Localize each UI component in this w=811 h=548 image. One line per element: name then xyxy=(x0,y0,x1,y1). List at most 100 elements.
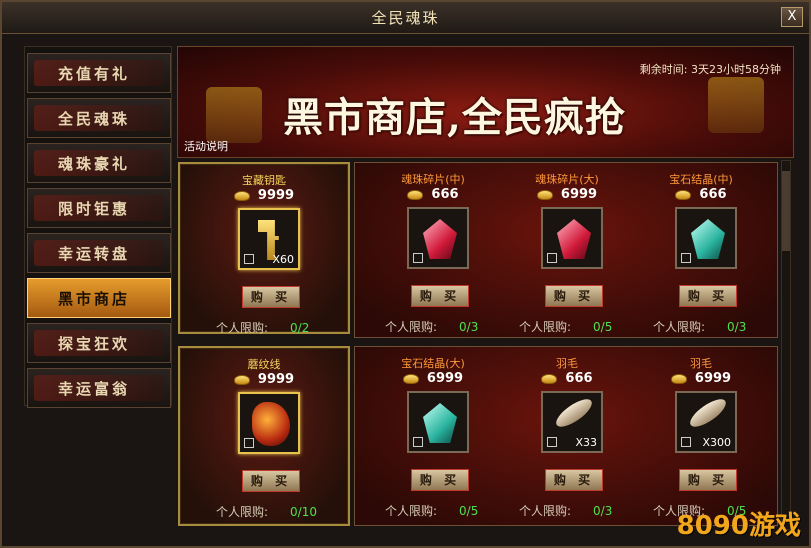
limit-count: 0/3 xyxy=(593,504,613,518)
cyan-crystal-icon xyxy=(423,403,457,443)
gold-ingot-icon xyxy=(233,374,250,385)
gift-box-icon xyxy=(206,87,262,143)
sidebar-item-treasure-hunt[interactable]: 探宝狂欢 xyxy=(27,323,171,363)
time-remaining: 剩余时间: 3天23小时58分钟 xyxy=(639,63,781,76)
cyan-crystal-icon xyxy=(691,219,725,259)
gold-ingot-icon xyxy=(541,373,558,384)
bag-icon xyxy=(547,437,557,447)
buy-button[interactable]: 购 买 xyxy=(679,285,737,307)
sidebar-item-lucky-tycoon[interactable]: 幸运富翁 xyxy=(27,368,171,408)
buy-button[interactable]: 购 买 xyxy=(679,469,737,491)
scrollbar[interactable] xyxy=(781,160,791,530)
buy-button[interactable]: 购 买 xyxy=(411,285,469,307)
buy-button[interactable]: 购 买 xyxy=(545,285,603,307)
bag-icon xyxy=(244,254,254,264)
item-name: 宝藏钥匙 xyxy=(242,174,286,187)
sidebar-item-label: 幸运转盘 xyxy=(58,244,131,263)
bag-icon xyxy=(413,253,423,263)
price: 6999 xyxy=(631,371,771,386)
sidebar-item-label: 魂珠豪礼 xyxy=(58,154,131,173)
event-info-link[interactable]: 活动说明 xyxy=(184,138,228,154)
price-value: 9999 xyxy=(257,372,295,387)
sidebar-item-recharge[interactable]: 充值有礼 xyxy=(27,53,171,93)
bag-icon xyxy=(681,437,691,447)
purchase-limit: 个人限购: 0/10 xyxy=(216,503,317,520)
sidebar-item-soul-orb[interactable]: 全民魂珠 xyxy=(27,98,171,138)
shop-item: 羽毛 6999 X300 购 买 个人限购: 0/5 xyxy=(631,347,771,518)
limit-label: 个人限购: xyxy=(519,320,572,334)
site-watermark: 8090游戏 xyxy=(676,511,801,541)
sidebar-item-black-market[interactable]: 黑市商店 xyxy=(27,278,171,318)
event-banner: 黑市商店,全民疯抢 剩余时间: 3天23小时58分钟 活动说明 xyxy=(177,46,794,158)
limit-count: 0/5 xyxy=(593,320,613,334)
item-slot[interactable] xyxy=(238,392,300,454)
shop-item: 魂珠碎片(中) 666 购 买 个人限购: 0/3 xyxy=(363,163,503,335)
price: 666 xyxy=(363,187,503,202)
price-value: 666 xyxy=(565,371,593,386)
close-button[interactable]: X xyxy=(781,7,803,27)
price: 666 xyxy=(631,187,771,202)
limit-label: 个人限购: xyxy=(216,321,269,335)
gold-ingot-icon xyxy=(670,373,687,384)
limit-label: 个人限购: xyxy=(216,505,269,519)
gold-ingot-icon xyxy=(233,190,250,201)
featured-item-panel: 蘑纹线 9999 购 买 个人限购: 0/10 xyxy=(178,346,350,526)
sidebar-item-label: 黑市商店 xyxy=(58,289,131,308)
price-value: 9999 xyxy=(257,188,295,203)
red-crystal-icon xyxy=(423,219,457,259)
sidebar-item-limited-deals[interactable]: 限时钜惠 xyxy=(27,188,171,228)
gift-box-icon xyxy=(708,77,764,133)
feather-icon xyxy=(552,394,596,432)
price-value: 666 xyxy=(431,187,459,202)
sidebar-item-label: 全民魂珠 xyxy=(58,109,131,128)
bag-icon xyxy=(413,437,423,447)
sidebar-item-orb-gifts[interactable]: 魂珠豪礼 xyxy=(27,143,171,183)
item-slot[interactable]: X300 xyxy=(675,391,737,453)
price: 9999 xyxy=(194,372,334,387)
price: 9999 xyxy=(194,188,334,203)
gold-ingot-icon xyxy=(536,189,553,200)
bag-icon xyxy=(547,253,557,263)
buy-button[interactable]: 购 买 xyxy=(242,286,300,308)
item-name: 魂珠碎片(大) xyxy=(535,173,599,186)
purchase-limit: 个人限购: 0/3 xyxy=(519,502,612,519)
buy-button[interactable]: 购 买 xyxy=(545,469,603,491)
sidebar-item-lucky-wheel[interactable]: 幸运转盘 xyxy=(27,233,171,273)
sidebar-item-label: 幸运富翁 xyxy=(58,379,131,398)
item-slot[interactable]: X33 xyxy=(541,391,603,453)
gold-ingot-icon xyxy=(675,189,692,200)
item-slot[interactable] xyxy=(675,207,737,269)
purchase-limit: 个人限购: 0/3 xyxy=(385,318,478,335)
price-value: 6999 xyxy=(426,371,464,386)
limit-count: 0/3 xyxy=(459,320,479,334)
price: 6999 xyxy=(497,187,637,202)
banner-title: 黑市商店,全民疯抢 xyxy=(283,94,626,141)
scrollbar-thumb[interactable] xyxy=(782,171,790,251)
price: 6999 xyxy=(363,371,503,386)
item-slot[interactable] xyxy=(541,207,603,269)
shop-item: 蘑纹线 9999 购 买 个人限购: 0/10 xyxy=(194,348,334,520)
buy-button[interactable]: 购 买 xyxy=(242,470,300,492)
limit-label: 个人限购: xyxy=(653,320,706,334)
sidebar: 充值有礼 全民魂珠 魂珠豪礼 限时钜惠 幸运转盘 黑市商店 探宝狂欢 幸运富翁 xyxy=(24,46,172,408)
item-name: 宝石结晶(中) xyxy=(669,173,733,186)
shop-item: 宝石结晶(中) 666 购 买 个人限购: 0/3 xyxy=(631,163,771,334)
window-title: 全民魂珠 xyxy=(371,9,440,27)
item-slot[interactable] xyxy=(407,207,469,269)
sidebar-item-label: 限时钜惠 xyxy=(58,199,131,218)
buy-button[interactable]: 购 买 xyxy=(411,469,469,491)
dragon-ornament-icon xyxy=(252,402,290,446)
purchase-limit: 个人限购: 0/5 xyxy=(385,502,478,519)
limit-count: 0/3 xyxy=(727,320,747,334)
limit-label: 个人限购: xyxy=(385,504,438,518)
item-slot[interactable]: X60 xyxy=(238,208,300,270)
purchase-limit: 个人限购: 0/5 xyxy=(519,318,612,335)
price-value: 6999 xyxy=(694,371,732,386)
gold-ingot-icon xyxy=(407,189,424,200)
price-value: 666 xyxy=(699,187,727,202)
price: 666 xyxy=(497,371,637,386)
item-slot[interactable] xyxy=(407,391,469,453)
limit-count: 0/5 xyxy=(459,504,479,518)
bag-icon xyxy=(681,253,691,263)
shop-row: 宝石结晶(大) 6999 购 买 个人限购: 0/5 羽毛 666 X33 购 买… xyxy=(354,346,778,526)
